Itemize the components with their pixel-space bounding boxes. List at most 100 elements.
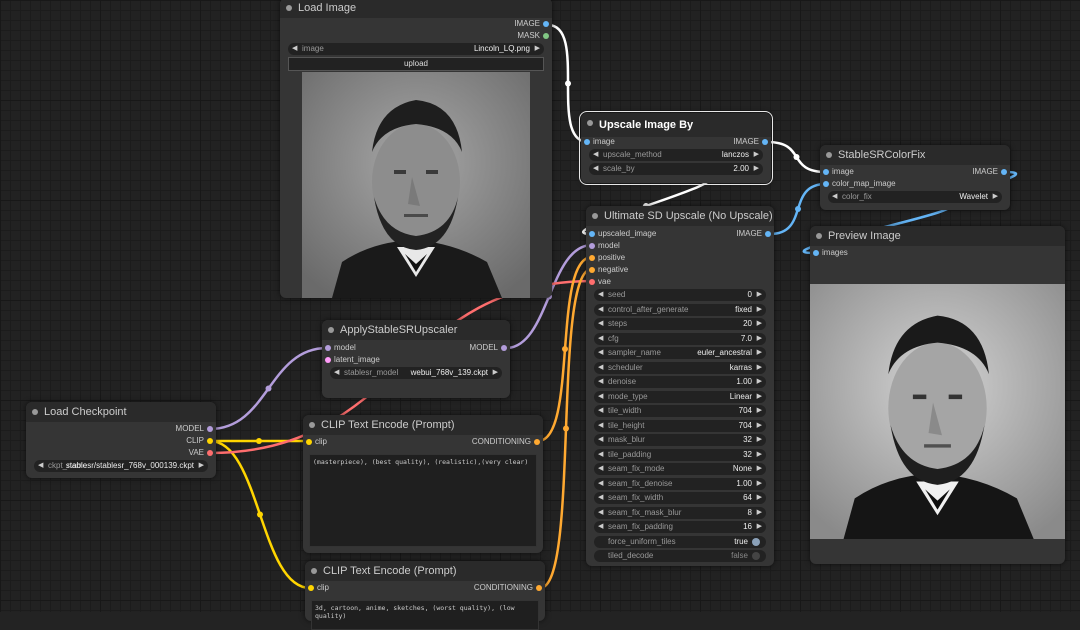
wire-midpoint[interactable] bbox=[793, 154, 800, 160]
arrow-right-icon[interactable]: ▶ bbox=[757, 507, 762, 519]
widget-seam-fix-mode[interactable]: ◀ seam_fix_mode None ▶ bbox=[594, 463, 766, 475]
arrow-right-icon[interactable]: ▶ bbox=[535, 43, 540, 55]
input-socket[interactable] bbox=[325, 345, 331, 351]
input-socket[interactable] bbox=[589, 255, 595, 261]
widget-seed[interactable]: ◀ seed 0 ▶ bbox=[594, 289, 766, 301]
arrow-left-icon[interactable]: ◀ bbox=[598, 478, 603, 490]
wire-midpoint[interactable] bbox=[565, 80, 571, 87]
widget-mode-type[interactable]: ◀ mode_type Linear ▶ bbox=[594, 390, 766, 403]
node-title[interactable]: Preview Image bbox=[810, 226, 1065, 246]
arrow-left-icon[interactable]: ◀ bbox=[598, 304, 603, 316]
input-socket[interactable] bbox=[589, 231, 595, 237]
wire-midpoint[interactable] bbox=[795, 206, 801, 212]
arrow-right-icon[interactable]: ▶ bbox=[754, 149, 759, 161]
prompt-textarea[interactable]: (masterpiece), (best quality), (realisti… bbox=[309, 454, 537, 547]
arrow-left-icon[interactable]: ◀ bbox=[598, 420, 603, 432]
graph-canvas[interactable]: Load Image IMAGE MASK ◀ image Lincoln_LQ.p… bbox=[0, 0, 1080, 630]
node-title[interactable]: ApplyStableSRUpscaler bbox=[322, 320, 510, 340]
collapse-dot[interactable] bbox=[311, 568, 317, 574]
node-upscale-image-by[interactable]: Upscale Image By image IMAGE ◀ upscale_met… bbox=[579, 111, 773, 185]
input-socket[interactable] bbox=[589, 279, 595, 285]
arrow-right-icon[interactable]: ▶ bbox=[757, 492, 762, 504]
io-row[interactable]: latent_image bbox=[322, 354, 510, 366]
image-select-widget[interactable]: ◀ image Lincoln_LQ.png ▶ bbox=[288, 43, 544, 55]
arrow-right-icon[interactable]: ▶ bbox=[757, 376, 762, 388]
arrow-left-icon[interactable]: ◀ bbox=[598, 391, 603, 403]
node-title[interactable]: Ultimate SD Upscale (No Upscale) bbox=[586, 206, 774, 226]
collapse-dot[interactable] bbox=[592, 213, 598, 219]
arrow-left-icon[interactable]: ◀ bbox=[598, 405, 603, 417]
node-title[interactable]: Load Image bbox=[280, 0, 552, 18]
output-socket[interactable] bbox=[1001, 169, 1007, 175]
collapse-dot[interactable] bbox=[328, 327, 334, 333]
widget-mask-blur[interactable]: ◀ mask_blur 32 ▶ bbox=[594, 434, 766, 446]
arrow-right-icon[interactable]: ▶ bbox=[757, 434, 762, 446]
arrow-right-icon[interactable]: ▶ bbox=[757, 304, 762, 316]
widget-seam-fix-padding[interactable]: ◀ seam_fix_padding 16 ▶ bbox=[594, 521, 766, 533]
arrow-left-icon[interactable]: ◀ bbox=[593, 149, 598, 161]
node-load-image[interactable]: Load Image IMAGE MASK ◀ image Lincoln_LQ.p… bbox=[280, 0, 552, 298]
input-socket[interactable] bbox=[813, 250, 819, 256]
arrow-left-icon[interactable]: ◀ bbox=[593, 163, 598, 175]
arrow-right-icon[interactable]: ▶ bbox=[757, 521, 762, 533]
node-clip-text-encode-positive[interactable]: CLIP Text Encode (Prompt) clip CONDITIONI… bbox=[303, 415, 543, 553]
widget-seam-fix-mask-blur[interactable]: ◀ seam_fix_mask_blur 8 ▶ bbox=[594, 506, 766, 519]
node-ultimate-sd-upscale[interactable]: Ultimate SD Upscale (No Upscale) upscale… bbox=[586, 206, 774, 566]
output-clip[interactable]: CLIP bbox=[26, 435, 216, 447]
output-model[interactable]: MODEL bbox=[26, 423, 216, 435]
widget-tile-padding[interactable]: ◀ tile_padding 32 ▶ bbox=[594, 448, 766, 461]
arrow-left-icon[interactable]: ◀ bbox=[598, 347, 603, 359]
input-socket[interactable] bbox=[308, 585, 314, 591]
toggle-knob-icon[interactable] bbox=[752, 552, 760, 560]
arrow-right-icon[interactable]: ▶ bbox=[757, 289, 762, 301]
arrow-right-icon[interactable]: ▶ bbox=[493, 367, 498, 379]
widget-control-after-generate[interactable]: ◀ control_after_generate fixed ▶ bbox=[594, 303, 766, 316]
collapse-dot[interactable] bbox=[32, 409, 38, 415]
node-title[interactable]: CLIP Text Encode (Prompt) bbox=[305, 561, 545, 581]
arrow-left-icon[interactable]: ◀ bbox=[598, 376, 603, 388]
wire-midpoint[interactable] bbox=[256, 438, 262, 444]
arrow-left-icon[interactable]: ◀ bbox=[598, 492, 603, 504]
prompt-textarea[interactable]: 3d, cartoon, anime, sketches, (worst qua… bbox=[311, 600, 539, 630]
toggle-force-uniform-tiles[interactable]: force_uniform_tiles true bbox=[594, 535, 766, 548]
io-row[interactable]: negative bbox=[586, 264, 774, 276]
wire-midpoint[interactable] bbox=[562, 346, 568, 352]
arrow-right-icon[interactable]: ▶ bbox=[757, 449, 762, 461]
wire-midpoint[interactable] bbox=[257, 511, 263, 518]
output-socket[interactable] bbox=[762, 139, 768, 145]
arrow-right-icon[interactable]: ▶ bbox=[757, 463, 762, 475]
node-load-checkpoint[interactable]: Load Checkpoint MODEL CLIP VAE ◀ ckpt_nam… bbox=[26, 402, 216, 478]
output-socket[interactable] bbox=[534, 439, 540, 445]
input-socket[interactable] bbox=[589, 243, 595, 249]
output-socket[interactable] bbox=[207, 438, 213, 444]
arrow-left-icon[interactable]: ◀ bbox=[598, 507, 603, 519]
collapse-dot[interactable] bbox=[309, 422, 315, 428]
arrow-left-icon[interactable]: ◀ bbox=[598, 449, 603, 461]
io-row[interactable]: clip CONDITIONING bbox=[305, 582, 545, 594]
wire-midpoint[interactable] bbox=[563, 425, 569, 432]
io-row[interactable]: images bbox=[810, 247, 1065, 259]
output-socket[interactable] bbox=[207, 450, 213, 456]
node-title[interactable]: StableSRColorFix bbox=[820, 145, 1010, 165]
io-row[interactable]: model bbox=[586, 240, 774, 252]
output-socket[interactable] bbox=[543, 33, 549, 39]
arrow-right-icon[interactable]: ▶ bbox=[757, 478, 762, 490]
collapse-dot[interactable] bbox=[587, 120, 593, 126]
input-socket[interactable] bbox=[306, 439, 312, 445]
output-socket[interactable] bbox=[765, 231, 771, 237]
arrow-left-icon[interactable]: ◀ bbox=[598, 289, 603, 301]
arrow-right-icon[interactable]: ▶ bbox=[757, 318, 762, 330]
widget-seam-fix-denoise[interactable]: ◀ seam_fix_denoise 1.00 ▶ bbox=[594, 477, 766, 490]
node-title[interactable]: Load Checkpoint bbox=[26, 402, 216, 422]
io-row[interactable]: color_map_image bbox=[820, 178, 1010, 190]
scale-by-widget[interactable]: ◀ scale_by 2.00 ▶ bbox=[589, 163, 763, 175]
output-vae[interactable]: VAE bbox=[26, 447, 216, 459]
collapse-dot[interactable] bbox=[816, 233, 822, 239]
widget-cfg[interactable]: ◀ cfg 7.0 ▶ bbox=[594, 332, 766, 345]
upscale-method-widget[interactable]: ◀ upscale_method lanczos ▶ bbox=[589, 149, 763, 161]
arrow-left-icon[interactable]: ◀ bbox=[334, 367, 339, 379]
output-socket[interactable] bbox=[536, 585, 542, 591]
output-image[interactable]: IMAGE bbox=[280, 18, 552, 30]
node-clip-text-encode-negative[interactable]: CLIP Text Encode (Prompt) clip CONDITIONI… bbox=[305, 561, 545, 630]
arrow-left-icon[interactable]: ◀ bbox=[38, 460, 43, 472]
